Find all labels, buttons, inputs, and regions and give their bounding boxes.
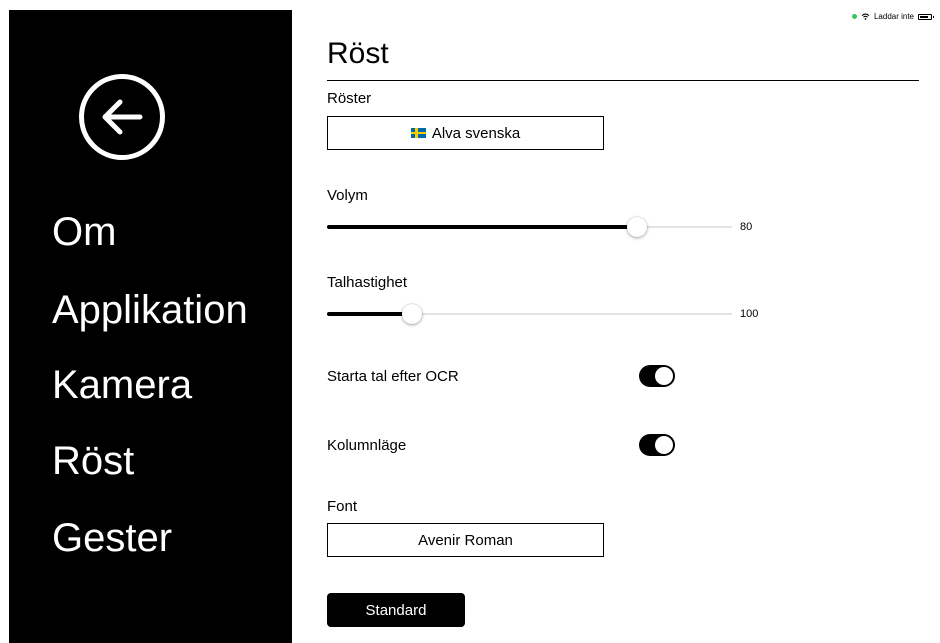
speech-rate-slider[interactable] (327, 304, 732, 324)
standard-button[interactable]: Standard (327, 593, 465, 627)
column-mode-label: Kolumnläge (327, 437, 407, 454)
wifi-icon (861, 13, 870, 20)
speech-rate-label: Talhastighet (327, 274, 408, 291)
font-select-value: Avenir Roman (418, 531, 513, 549)
volume-slider[interactable] (327, 217, 732, 237)
voice-select-value: Alva svenska (431, 124, 521, 142)
charging-status-text: Laddar inte (873, 12, 914, 21)
title-divider (327, 80, 919, 81)
status-bar: Laddar inte (851, 12, 934, 21)
swedish-flag-icon (410, 128, 426, 138)
battery-icon (918, 13, 934, 20)
sidebar-item-om[interactable]: Om (52, 208, 116, 256)
voice-select[interactable]: Alva svenska (327, 116, 604, 150)
column-mode-toggle[interactable] (639, 434, 675, 456)
volume-label: Volym (327, 187, 368, 204)
sidebar-item-applikation[interactable]: Applikation (52, 286, 248, 334)
toggle-knob (655, 436, 673, 454)
sidebar-item-gester[interactable]: Gester (52, 514, 172, 562)
back-button[interactable] (79, 74, 165, 160)
sidebar: Om Applikation Kamera Röst Gester (9, 10, 292, 643)
volume-value: 80 (740, 221, 753, 233)
volume-slider-fill (327, 225, 637, 229)
toggle-knob (655, 367, 673, 385)
speech-rate-slider-thumb[interactable] (402, 304, 423, 324)
sidebar-item-rost[interactable]: Röst (52, 437, 134, 485)
page-title: Röst (327, 37, 389, 70)
voices-label: Röster (327, 90, 372, 107)
settings-screen: Laddar inte Om Applikation Kamera Röst G… (0, 0, 940, 643)
status-indicator-dot (851, 14, 857, 19)
speech-rate-slider-fill (327, 312, 413, 316)
arrow-left-circle-icon (102, 99, 143, 135)
start-speech-after-ocr-label: Starta tal efter OCR (327, 368, 459, 385)
volume-slider-thumb[interactable] (626, 217, 647, 237)
font-select[interactable]: Avenir Roman (327, 523, 604, 557)
font-label: Font (327, 498, 358, 515)
speech-rate-value: 100 (740, 308, 759, 320)
start-speech-after-ocr-toggle[interactable] (639, 365, 675, 387)
sidebar-item-kamera[interactable]: Kamera (52, 361, 192, 409)
